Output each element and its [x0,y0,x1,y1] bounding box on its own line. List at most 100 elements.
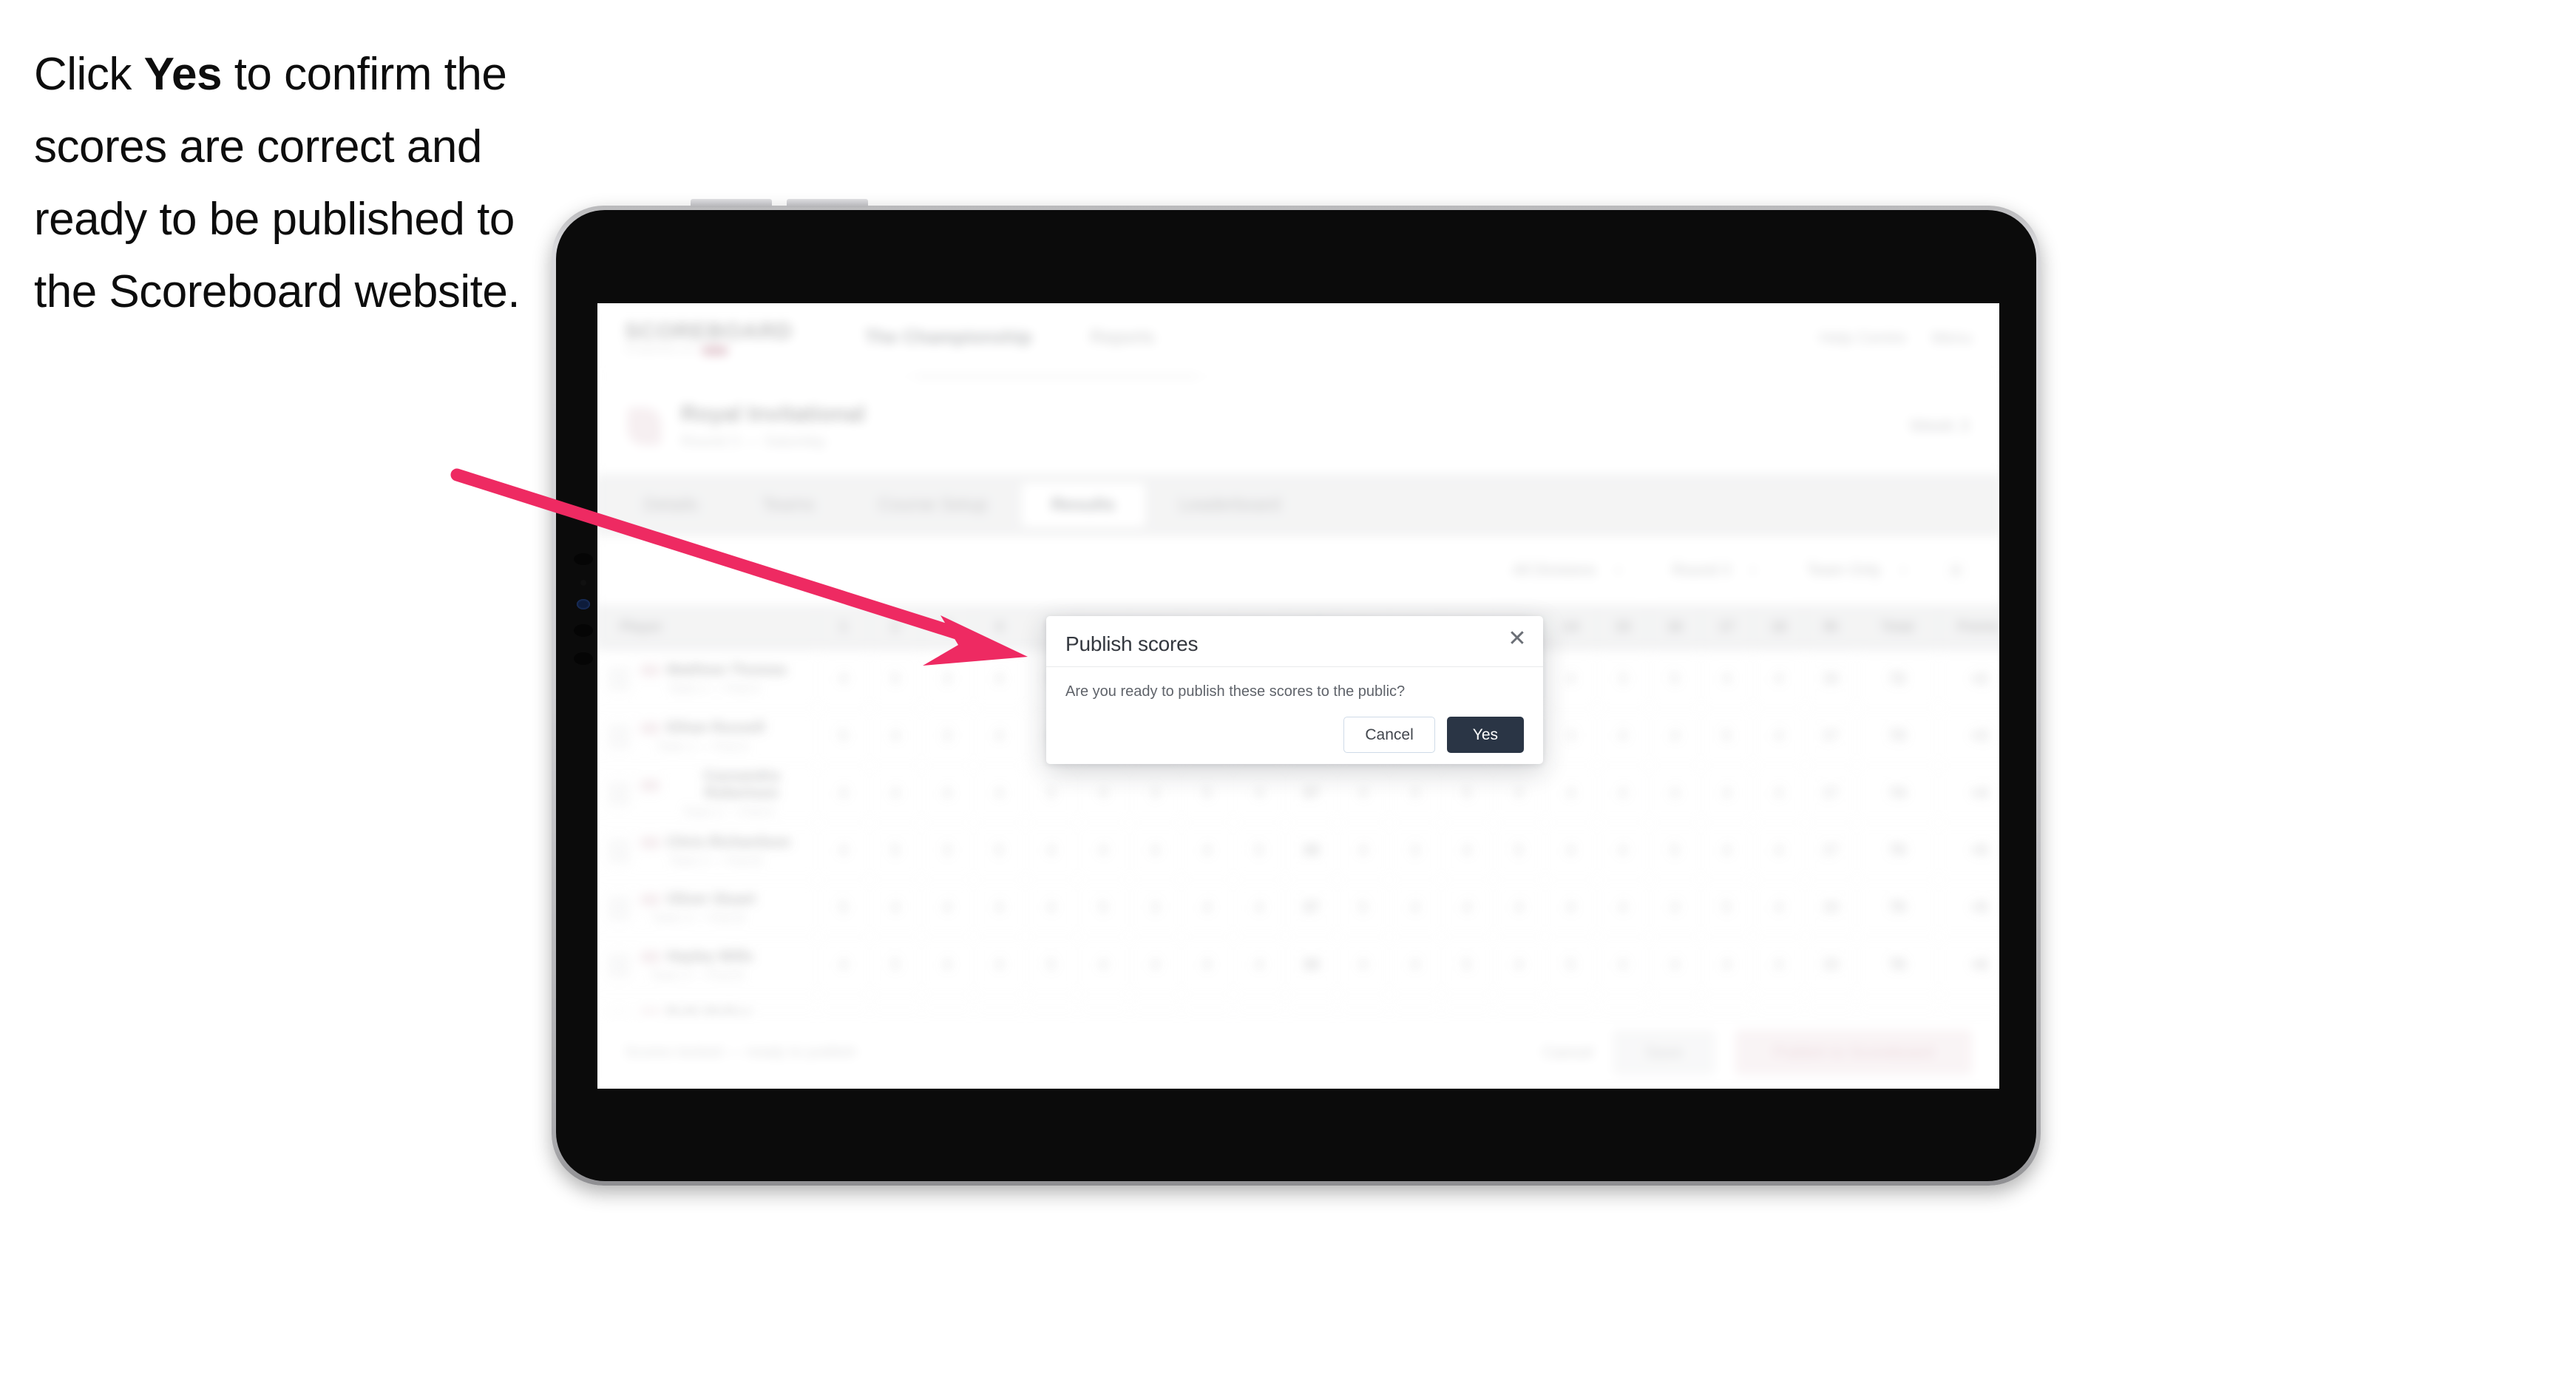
score-cell[interactable]: 4 [1337,936,1389,995]
score-cell[interactable]: 3 [921,822,974,880]
score-cell[interactable]: 5 [1701,879,1753,937]
score-cell[interactable]: 4 [1181,822,1234,880]
score-cell[interactable]: 4 [1389,765,1442,823]
subtotal-cell[interactable]: 38 [1284,936,1338,995]
score-cell[interactable]: 4 [1025,879,1078,937]
score-cell[interactable]: 4 [1648,879,1701,937]
subtotal-cell[interactable]: 37 [1284,879,1338,937]
score-cell[interactable]: 5 [1493,822,1545,880]
score-cell[interactable]: 4 [817,650,870,709]
subtotal-cell[interactable]: 74 [1857,765,1939,823]
help-centre-link[interactable]: Help Centre [1819,328,1906,348]
player-cell[interactable]: Oliver Stuart Team 3 — Pool B [597,879,818,937]
score-cell[interactable]: 4 [1545,650,1598,709]
menu-button[interactable]: Menu [1931,328,1972,348]
volume-down-button[interactable] [787,199,868,207]
col-header-h18[interactable]: 18 [1752,604,1806,651]
score-cell[interactable]: 4 [1389,879,1442,937]
score-cell[interactable]: +3 [1938,708,1999,765]
subtotal-cell[interactable]: 37 [1284,765,1338,823]
score-cell[interactable]: 4 [1752,650,1806,709]
score-cell[interactable]: 5 [1648,650,1701,709]
nav-item-championship[interactable]: The Championship [865,327,1032,348]
score-cell[interactable]: 4 [1337,765,1389,823]
score-cell[interactable]: 5 [1648,822,1701,880]
score-cell[interactable]: 4 [1389,936,1442,995]
score-cell[interactable]: +5 [1938,879,1999,937]
yes-button[interactable]: Yes [1446,717,1524,753]
filter-team[interactable]: Team Only ▾ [1789,550,1924,591]
score-cell[interactable]: 4 [1077,822,1130,880]
score-cell[interactable]: 5 [869,936,922,995]
score-cell[interactable]: 4 [1701,765,1753,823]
score-cell[interactable]: 3 [1129,879,1182,937]
score-cell[interactable]: 5 [1181,765,1234,823]
score-cell[interactable]: 5 [869,650,922,709]
score-cell[interactable]: 4 [1648,765,1701,823]
col-header-total[interactable]: Total [1857,604,1939,651]
score-cell[interactable]: 4 [1129,822,1182,880]
score-cell[interactable]: 4 [1181,936,1234,995]
score-cell[interactable]: 4 [1648,936,1701,995]
score-cell[interactable]: 4 [1701,936,1753,995]
score-cell[interactable]: 4 [973,708,1026,765]
score-cell[interactable]: 37 [1804,822,1857,880]
cancel-button[interactable]: Cancel [1343,717,1435,753]
score-cell[interactable]: 4 [1752,765,1806,823]
score-cell[interactable]: +6 [1938,936,1999,995]
score-cell[interactable]: 5 [869,822,922,880]
score-cell[interactable]: 3 [921,650,974,709]
col-header-h14[interactable]: 14 [1545,604,1598,651]
score-cell[interactable]: 4 [817,936,870,995]
score-cell[interactable]: 4 [1129,936,1182,995]
score-cell[interactable]: 4 [1648,708,1701,765]
score-cell[interactable]: 37 [1804,708,1857,765]
score-cell[interactable]: 4 [1077,765,1130,823]
score-cell[interactable]: 4 [817,822,870,880]
close-icon[interactable]: ✕ [1505,626,1530,652]
volume-up-button[interactable] [691,199,772,207]
score-cell[interactable]: 4 [973,879,1026,937]
score-cell[interactable]: 4 [869,879,922,937]
score-cell[interactable]: 4 [817,765,870,823]
score-cell[interactable]: 5 [1337,879,1389,937]
score-cell[interactable]: 5 [1545,936,1598,995]
tab-teams[interactable]: Teams [732,483,844,527]
score-cell[interactable]: 5 [1233,822,1286,880]
score-cell[interactable]: 5 [1701,708,1753,765]
score-cell[interactable]: 4 [1440,879,1494,937]
score-cell[interactable]: 4 [1025,822,1078,880]
table-row[interactable]: Hayley Wills Team 3 — Pool B 4 5 4 4 5 4 4 4 4 38 4 4… [597,936,1999,995]
score-cell[interactable]: 4 [1596,765,1650,823]
score-cell[interactable]: 4 [1493,765,1545,823]
score-cell[interactable]: 4 [973,936,1026,995]
table-row[interactable]: Cassandra Robertson Team 2 — Pool A444454… [597,765,1999,823]
score-cell[interactable]: 5 [1077,879,1130,937]
nav-item-reports[interactable]: Reports [1090,327,1155,348]
score-cell[interactable]: 4 [1337,822,1389,880]
score-cell[interactable]: 4 [921,765,974,823]
gear-icon[interactable]: ⚙ [1939,554,1973,587]
col-header-points[interactable]: Points [1938,604,1999,651]
brand-logo[interactable]: SCOREBOARD POWERED BY [624,320,802,356]
tablet-volume-buttons[interactable] [691,199,868,207]
score-cell[interactable]: 4 [973,765,1026,823]
score-cell[interactable]: 36 [1804,650,1857,709]
col-header-h2[interactable]: 2 [869,604,922,651]
score-cell[interactable]: 4 [869,765,922,823]
score-cell[interactable]: 3 [1545,708,1598,765]
score-cell[interactable]: 4 [1701,650,1753,709]
subtotal-cell[interactable]: 75 [1857,822,1939,880]
player-cell[interactable]: Matthew Thomas Team 1 — Pool A [597,650,818,709]
subtotal-cell[interactable]: 38 [1284,822,1338,880]
score-cell[interactable]: 4 [1596,822,1650,880]
score-cell[interactable]: 4 [1596,936,1650,995]
score-cell[interactable]: 4 [1545,879,1598,937]
score-cell[interactable]: 3 [921,708,974,765]
table-row[interactable]: Chris Richardson Team 2 — Pool B453544445… [597,822,1999,880]
score-cell[interactable]: 4 [1181,879,1234,937]
col-header-h1[interactable]: 1 [817,604,870,651]
score-cell[interactable]: 38 [1804,879,1857,937]
col-header-player[interactable]: Player [597,604,818,651]
score-cell[interactable]: 3 [1389,822,1442,880]
